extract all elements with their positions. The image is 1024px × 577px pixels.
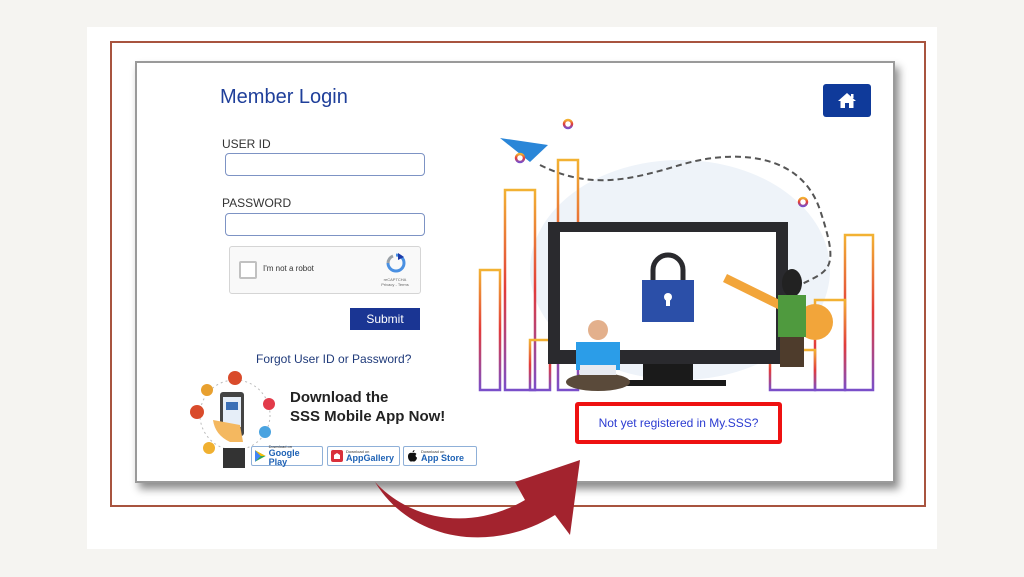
- google-play-badge[interactable]: Download on Google Play: [251, 445, 323, 467]
- recaptcha-brand: reCAPTCHA Privacy - Terms: [381, 277, 409, 287]
- recaptcha-icon: [386, 253, 406, 273]
- password-input[interactable]: [225, 213, 425, 236]
- woman-figure: [778, 269, 806, 367]
- app-promo-text: Download the SSS Mobile App Now!: [290, 389, 446, 425]
- user-id-input[interactable]: [225, 153, 425, 176]
- security-illustration: [478, 118, 875, 392]
- page-title: Member Login: [220, 86, 348, 108]
- submit-button[interactable]: Submit: [350, 308, 420, 330]
- recaptcha-widget: I'm not a robot reCAPTCHA Privacy - Terms: [229, 246, 421, 294]
- register-link-highlight: Not yet registered in My.SSS?: [575, 402, 782, 444]
- recaptcha-checkbox[interactable]: [239, 261, 257, 279]
- recaptcha-label: I'm not a robot: [263, 264, 314, 273]
- home-icon: [838, 93, 856, 108]
- password-label: PASSWORD: [222, 196, 292, 210]
- pointing-arrow-icon: [375, 460, 580, 538]
- register-link[interactable]: Not yet registered in My.SSS?: [599, 416, 759, 430]
- huawei-appgallery-icon: [331, 450, 343, 462]
- user-id-label: USER ID: [222, 137, 271, 151]
- google-play-icon: [255, 450, 266, 462]
- forgot-credentials-link[interactable]: Forgot User ID or Password?: [256, 352, 411, 366]
